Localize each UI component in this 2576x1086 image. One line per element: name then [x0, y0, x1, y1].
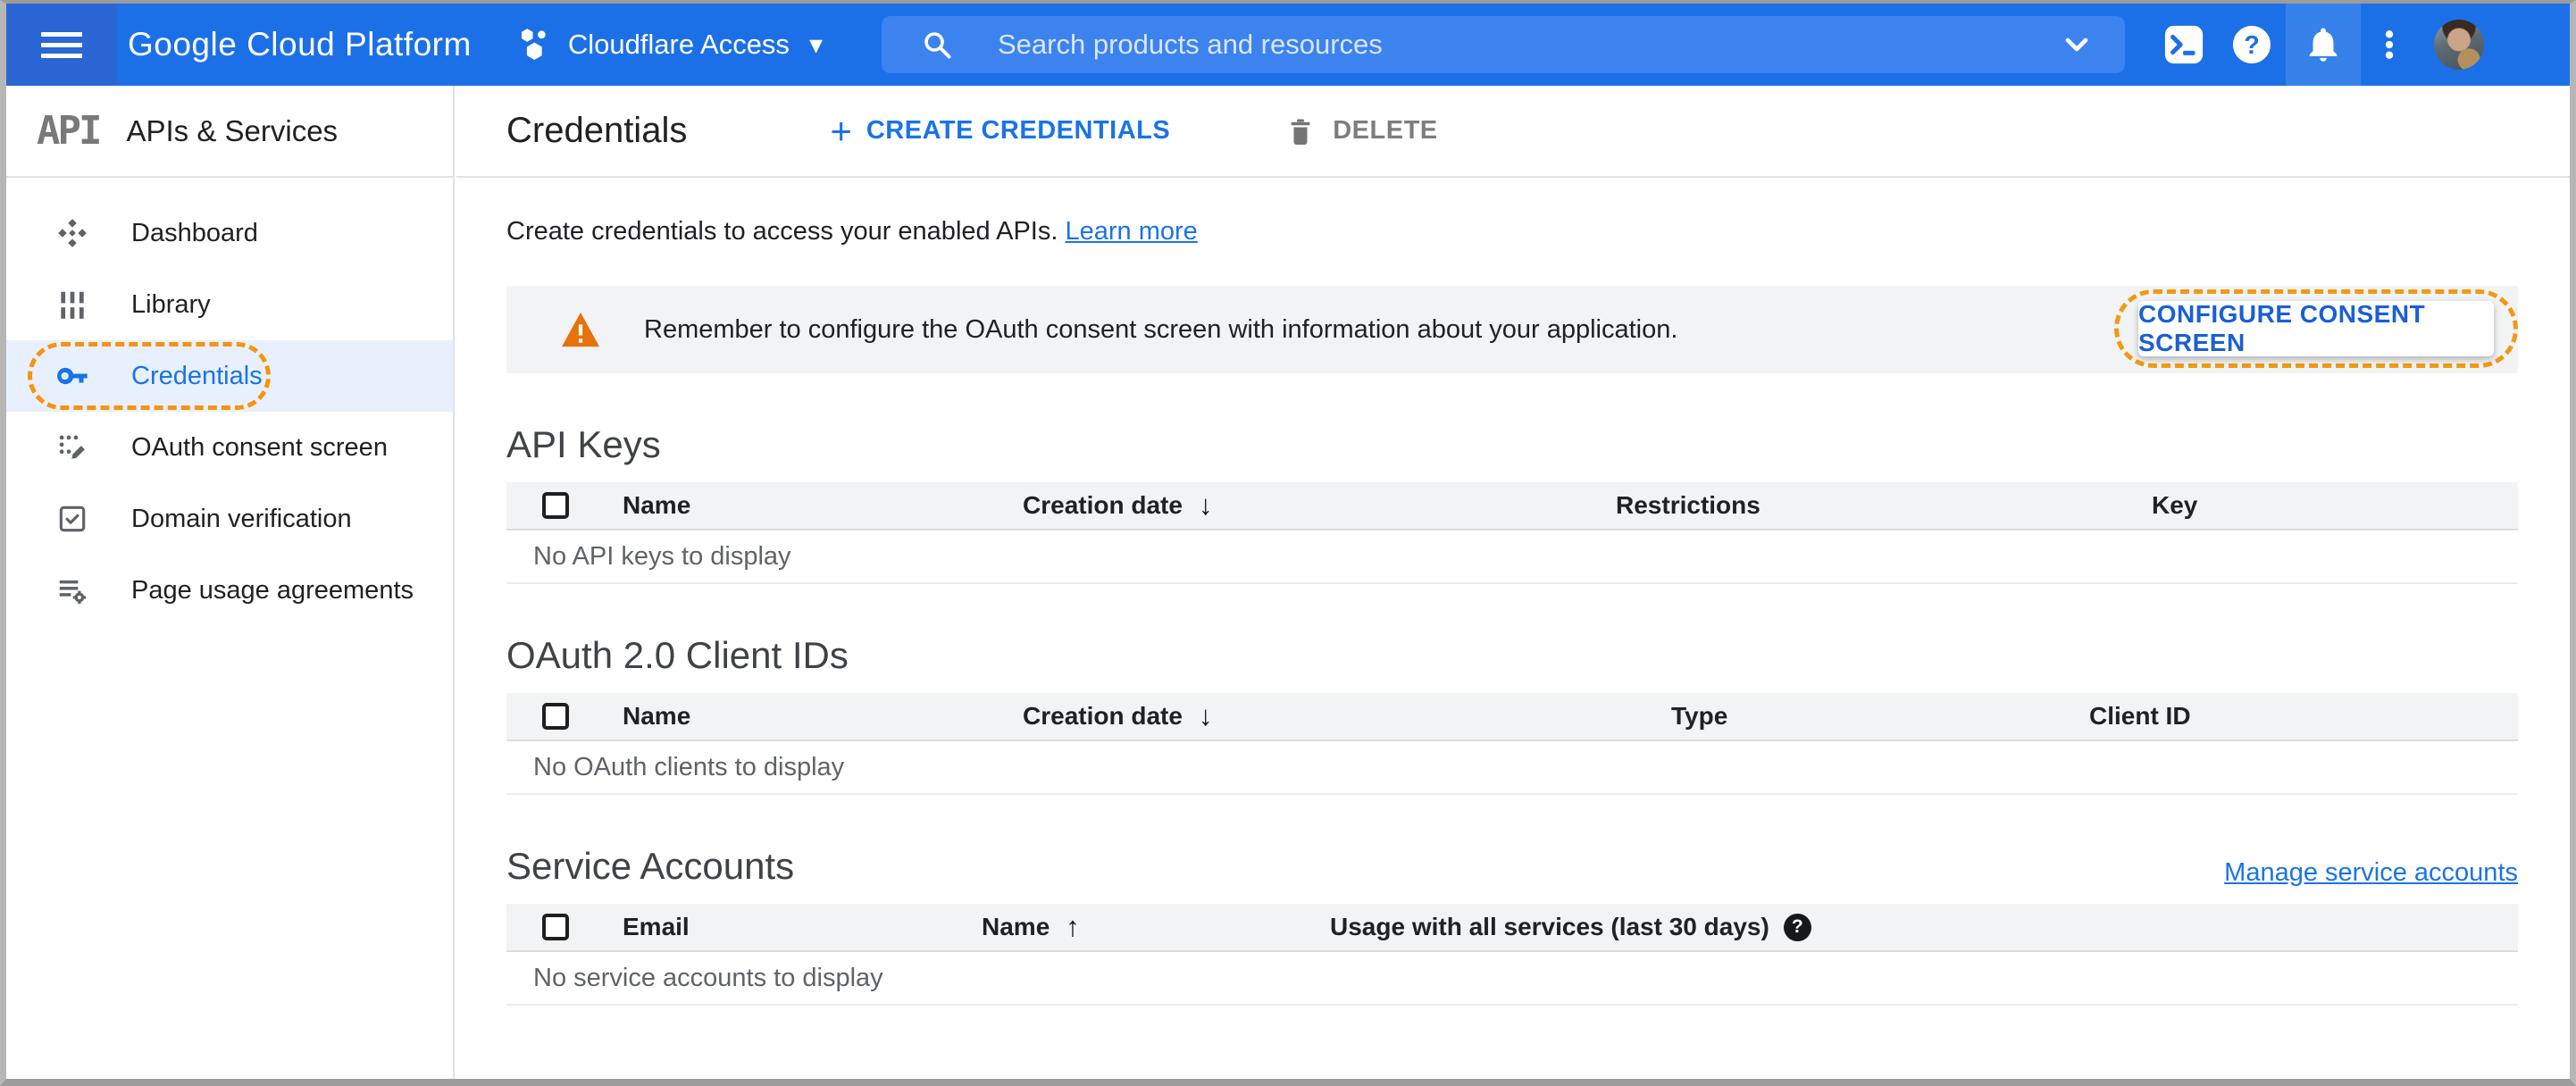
sidebar-item-label: OAuth consent screen — [131, 432, 388, 462]
topbar-actions: ? — [2150, 4, 2570, 86]
project-dropdown-icon: ▾ — [808, 29, 823, 60]
warning-icon — [562, 312, 599, 347]
help-button[interactable]: ? — [2218, 4, 2286, 86]
sidebar-item-dashboard[interactable]: Dashboard — [6, 197, 453, 269]
sidebar-item-library[interactable]: Library — [6, 269, 453, 340]
oauth-clients-empty-row: No OAuth clients to display — [506, 741, 2518, 795]
sidebar-item-page-usage-agreements[interactable]: Page usage agreements — [6, 555, 453, 626]
notifications-bell-icon — [2309, 28, 2338, 62]
section-title-oauth-client-ids: OAuth 2.0 Client IDs — [506, 634, 849, 676]
warning-message: Remember to configure the OAuth consent … — [644, 314, 1678, 344]
api-keys-empty-row: No API keys to display — [506, 530, 2518, 584]
select-all-checkbox[interactable] — [542, 914, 569, 940]
svg-text:?: ? — [2244, 31, 2260, 60]
vertical-dots-icon — [2385, 30, 2394, 59]
help-icon: ? — [2232, 25, 2271, 64]
notifications-button[interactable] — [2286, 4, 2361, 86]
sort-ascending-icon[interactable]: ↑ — [1066, 911, 1080, 943]
search-icon — [924, 32, 951, 59]
sidebar-item-label: Dashboard — [131, 218, 258, 247]
hamburger-icon — [41, 26, 82, 64]
create-credentials-button[interactable]: + CREATE CREDENTIALS — [830, 109, 1170, 152]
sidebar-item-oauth-consent-screen[interactable]: OAuth consent screen — [6, 412, 453, 483]
key-icon — [54, 358, 90, 394]
plus-icon: + — [830, 109, 852, 152]
service-accounts-table-header: Email Name ↑ Usage with all services (la… — [506, 904, 2518, 952]
learn-more-link[interactable]: Learn more — [1065, 217, 1197, 246]
sidebar-item-credentials[interactable]: Credentials — [6, 340, 453, 412]
sidebar-item-label: Library — [131, 289, 211, 319]
column-header-email[interactable]: Email — [589, 913, 982, 941]
manage-service-accounts-link[interactable]: Manage service accounts — [2224, 858, 2518, 888]
domain-verification-icon — [54, 502, 90, 536]
service-accounts-table: Email Name ↑ Usage with all services (la… — [506, 904, 2518, 1006]
page-usage-agreements-icon — [54, 573, 90, 607]
page-title: Credentials — [506, 111, 688, 150]
sidebar-item-label: Domain verification — [131, 504, 352, 533]
column-header-creation-date[interactable]: Creation date ↓ — [982, 489, 1616, 522]
column-header-type[interactable]: Type — [1616, 702, 2089, 731]
oauth-clients-table: Name Creation date ↓ Type Client ID No O… — [506, 693, 2518, 795]
column-header-name[interactable]: Name — [589, 702, 982, 731]
sidebar-item-domain-verification[interactable]: Domain verification — [6, 483, 453, 555]
select-all-checkbox[interactable] — [542, 492, 569, 519]
search-placeholder: Search products and resources — [998, 29, 1383, 60]
api-keys-table-header: Name Creation date ↓ Restrictions Key — [506, 482, 2518, 530]
trash-icon — [1291, 119, 1310, 145]
column-header-name[interactable]: Name — [589, 491, 982, 520]
consent-screen-icon — [54, 430, 90, 464]
annotation-dashed-highlight: CONFIGURE CONSENT SCREEN — [2114, 289, 2518, 368]
oauth-clients-table-header: Name Creation date ↓ Type Client ID — [506, 693, 2518, 741]
sidebar-item-label: Page usage agreements — [131, 575, 414, 605]
delete-button[interactable]: DELETE — [1284, 115, 1437, 147]
column-header-key[interactable]: Key — [2152, 491, 2518, 520]
library-icon — [54, 288, 90, 322]
select-all-checkbox[interactable] — [542, 703, 569, 730]
cloud-shell-button[interactable] — [2150, 4, 2218, 86]
sidebar-item-label: Credentials — [131, 361, 263, 390]
sidebar-product-title: APIs & Services — [126, 113, 339, 147]
column-header-usage[interactable]: Usage with all services (last 30 days) ? — [1330, 913, 2518, 941]
configure-consent-screen-button[interactable]: CONFIGURE CONSENT SCREEN — [2138, 300, 2494, 356]
user-avatar[interactable] — [2434, 20, 2484, 70]
gcp-logo[interactable]: Google Cloud Platform — [128, 26, 472, 63]
dashboard-icon — [54, 216, 90, 250]
main-content: Credentials + CREATE CREDENTIALS DELETE … — [456, 86, 2570, 1079]
cloud-shell-icon — [2164, 25, 2204, 64]
intro-text: Create credentials to access your enable… — [506, 217, 1198, 246]
page-body: Create credentials to access your enable… — [456, 217, 2570, 1006]
section-title-service-accounts: Service Accounts — [506, 845, 795, 887]
service-accounts-section-header: Service Accounts Manage service accounts — [506, 845, 2518, 888]
sort-descending-icon[interactable]: ↓ — [1199, 489, 1213, 522]
project-hexagons-icon — [521, 29, 546, 60]
search-input[interactable]: Search products and resources — [882, 16, 2125, 73]
top-app-bar: Google Cloud Platform Cloudflare Access … — [6, 4, 2570, 86]
consent-warning-banner: Remember to configure the OAuth consent … — [506, 286, 2518, 373]
service-accounts-empty-row: No service accounts to display — [506, 952, 2518, 1006]
sidebar: API APIs & Services Dashboard Library Cr… — [6, 86, 455, 1079]
column-header-restrictions[interactable]: Restrictions — [1616, 491, 2152, 520]
api-keys-table: Name Creation date ↓ Restrictions Key No… — [506, 482, 2518, 584]
sidebar-nav: Dashboard Library Credentials OAuth cons… — [6, 178, 453, 626]
project-selector[interactable]: Cloudflare Access ▾ — [516, 26, 823, 63]
overflow-menu-button[interactable] — [2361, 4, 2418, 86]
section-title-api-keys: API Keys — [506, 423, 661, 465]
search-options-chevron-icon[interactable] — [2059, 27, 2095, 63]
column-header-name[interactable]: Name ↑ — [982, 911, 1330, 943]
page-toolbar: Credentials + CREATE CREDENTIALS DELETE — [456, 86, 2570, 178]
sort-descending-icon[interactable]: ↓ — [1199, 700, 1213, 732]
project-name: Cloudflare Access — [567, 29, 790, 60]
column-header-client-id[interactable]: Client ID — [2089, 702, 2518, 731]
column-header-creation-date[interactable]: Creation date ↓ — [982, 700, 1616, 732]
browser-window: Google Cloud Platform Cloudflare Access … — [0, 0, 2576, 1086]
usage-help-icon[interactable]: ? — [1783, 913, 1811, 941]
api-product-logo: API — [37, 108, 103, 154]
main-menu-button[interactable] — [6, 4, 117, 86]
sidebar-header: API APIs & Services — [6, 86, 453, 178]
